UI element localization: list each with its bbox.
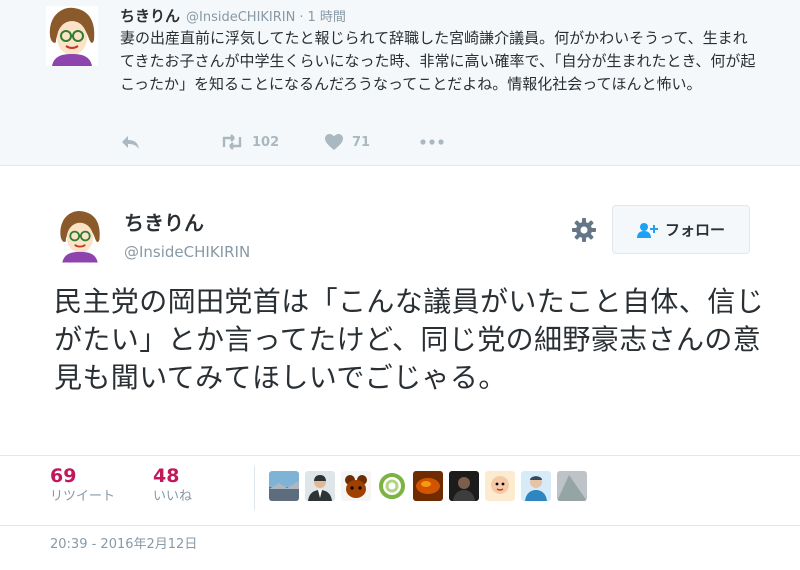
like-stat[interactable]: 48 いいね bbox=[153, 464, 192, 506]
avatar[interactable] bbox=[57, 205, 103, 267]
tweet-timestamp[interactable]: 20:39 - 2016年2月12日 bbox=[50, 536, 197, 554]
retweet-stat-label: リツイート bbox=[50, 489, 116, 504]
more-button[interactable] bbox=[420, 130, 444, 154]
reply-button[interactable] bbox=[120, 130, 140, 154]
liker-avatar[interactable] bbox=[413, 471, 443, 501]
author-name[interactable]: ちきりん bbox=[120, 7, 180, 25]
liker-avatar[interactable] bbox=[269, 471, 299, 501]
heart-icon bbox=[325, 134, 343, 150]
liker-avatars bbox=[269, 471, 593, 503]
retweet-stat[interactable]: 69 リツイート bbox=[50, 464, 115, 506]
like-button[interactable]: 71 bbox=[324, 130, 370, 154]
retweet-stat-count: 69 bbox=[50, 465, 77, 487]
tweet-text: 民主党の岡田党首は「こんな議員がいたこと自体、信じがたい」とか言ってたけど、同じ… bbox=[54, 285, 765, 394]
settings-button[interactable] bbox=[571, 217, 597, 243]
avatar[interactable] bbox=[46, 6, 98, 66]
stats-divider bbox=[254, 466, 255, 510]
author-handle[interactable]: @InsideCHIKIRIN bbox=[124, 242, 250, 262]
parent-tweet[interactable]: ちきりん @InsideCHIKIRIN · 1 時間 妻の出産直前に浮気してたと報じ… bbox=[0, 0, 800, 166]
liker-avatar[interactable] bbox=[521, 471, 551, 501]
separator: · bbox=[299, 10, 304, 25]
liker-avatar[interactable] bbox=[557, 471, 587, 501]
liker-avatar[interactable] bbox=[449, 471, 479, 501]
author-handle[interactable]: @InsideCHIKIRIN bbox=[186, 10, 295, 25]
liker-avatar[interactable] bbox=[485, 471, 515, 501]
follow-person-plus-icon bbox=[636, 222, 659, 238]
gear-icon bbox=[572, 218, 596, 242]
more-dots-icon bbox=[420, 139, 444, 145]
author-name[interactable]: ちきりん bbox=[124, 211, 204, 235]
liker-avatar[interactable] bbox=[377, 471, 407, 501]
liker-avatar[interactable] bbox=[341, 471, 371, 501]
follow-button[interactable]: フォロー bbox=[612, 205, 750, 254]
follow-label: フォロー bbox=[664, 221, 725, 239]
parent-tweet-header: ちきりん @InsideCHIKIRIN · 1 時間 bbox=[120, 6, 346, 28]
tweet-stats: 69 リツイート 48 いいね bbox=[0, 455, 800, 526]
parent-tweet-text: 妻の出産直前に浮気してたと報じられて辞職した宮崎謙介議員。何がかわいそうって、生… bbox=[120, 29, 756, 93]
retweet-icon bbox=[222, 134, 242, 150]
retweet-button[interactable]: 102 bbox=[220, 130, 279, 154]
liker-avatar[interactable] bbox=[305, 471, 335, 501]
like-stat-count: 48 bbox=[153, 465, 180, 487]
retweet-count: 102 bbox=[252, 134, 280, 150]
like-stat-label: いいね bbox=[153, 489, 193, 504]
parent-tweet-actions: 102 71 bbox=[120, 130, 540, 154]
tweet-time[interactable]: 1 時間 bbox=[308, 10, 346, 25]
reply-icon bbox=[122, 136, 139, 149]
like-count: 71 bbox=[352, 134, 371, 150]
